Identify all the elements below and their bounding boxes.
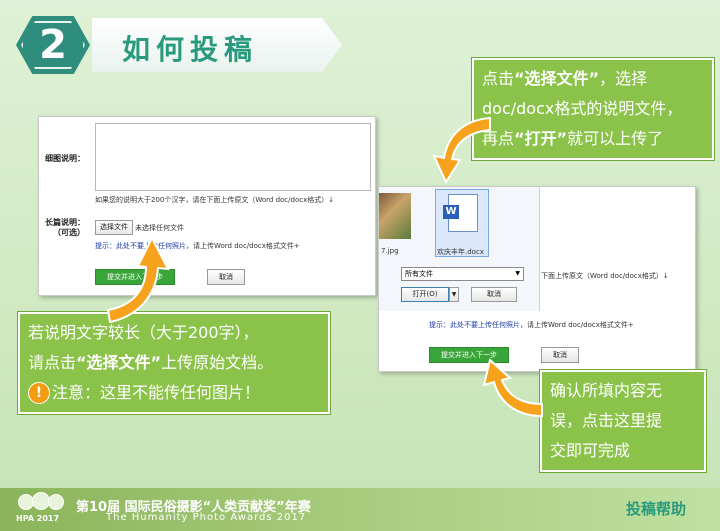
image-thumbnail (379, 193, 411, 239)
cancel-button[interactable]: 取消 (207, 269, 245, 285)
callout-text: doc/docx格式的说明文件， (482, 99, 683, 118)
upload-tip-2: 提示：此处不要上传任何照片，请上传Word doc/docx格式文件+ (429, 320, 634, 330)
arrow-to-choose-file-icon (106, 235, 170, 324)
thumbnail-name: 7.jpg (381, 247, 399, 255)
footer-subtitle: The Humanity Photo Awards 2017 (106, 512, 307, 523)
callout-text: 注意：这里不能传任何图片！ (52, 383, 261, 402)
long-label-sub: （可选） (53, 228, 85, 237)
step-header: 2 (10, 8, 350, 80)
desc-label: 细图说明： (45, 154, 85, 163)
file-dialog-screenshot: 7.jpg W 欢庆丰年.docx 所有文件 ▼ 打开(O) ▼ 取消 下面上传… (378, 186, 696, 372)
globe-logo-icon (18, 492, 64, 510)
footer-help-link[interactable]: 投稿帮助 (626, 498, 686, 519)
callout-text: 误，点击这里提 (550, 411, 663, 430)
open-button[interactable]: 打开(O) (401, 287, 449, 302)
callout-text: 交即可完成 (550, 441, 631, 460)
callout-text: 就可以上传了 (567, 129, 664, 148)
callout-highlight: “打开” (514, 129, 568, 148)
callout-text: 请点击 (28, 353, 77, 372)
desc-textarea[interactable] (95, 123, 371, 191)
file-type-value: 所有文件 (405, 270, 433, 278)
callout-text: 上传原始文档。 (161, 353, 274, 372)
upload-form-screenshot: 细图说明： 如果您的说明大于200个汉字，请在下面上传原文（Word doc/d… (38, 116, 376, 296)
arrow-to-dialog-icon (432, 116, 491, 185)
form-hint: 下面上传原文（Word doc/docx格式）↓ (541, 272, 669, 280)
dialog-cancel-button[interactable]: 取消 (471, 287, 517, 302)
desc-hint: 如果您的说明大于200个汉字，请在下面上传原文（Word doc/docx格式）… (95, 196, 335, 204)
word-doc-icon: W (443, 194, 478, 232)
word-w-icon: W (443, 205, 459, 219)
callout-right: 确认所填内容无 误，点击这里提 交即可完成 (540, 370, 706, 472)
tip-blue: 提示：此处不要上传任何照片， (429, 321, 527, 329)
callout-highlight: “选择文件” (514, 69, 600, 88)
file-type-select[interactable]: 所有文件 ▼ (401, 267, 524, 281)
footer-logo-text: HPA 2017 (16, 514, 60, 523)
step-number-badge: 2 (16, 16, 90, 74)
tip-grey: 请上传Word doc/docx格式文件+ (527, 321, 634, 329)
callout-highlight: “选择文件” (76, 353, 162, 372)
warning-icon: ! (28, 382, 50, 404)
callout-text: ，选择 (599, 69, 648, 88)
callout-text: 确认所填内容无 (550, 381, 663, 400)
doc-name: 欢庆丰年.docx (437, 248, 484, 256)
chevron-down-icon: ▼ (515, 270, 520, 277)
header-banner (92, 18, 342, 72)
arrow-to-submit-icon (482, 358, 543, 418)
tip-grey: 请上传Word doc/docx格式文件+ (193, 242, 300, 250)
callout-text: 点击 (482, 69, 515, 88)
open-split-arrow-icon[interactable]: ▼ (449, 287, 459, 302)
callout-top: 点击“选择文件”，选择 doc/docx格式的说明文件， 再点“打开”就可以上传… (472, 58, 714, 160)
